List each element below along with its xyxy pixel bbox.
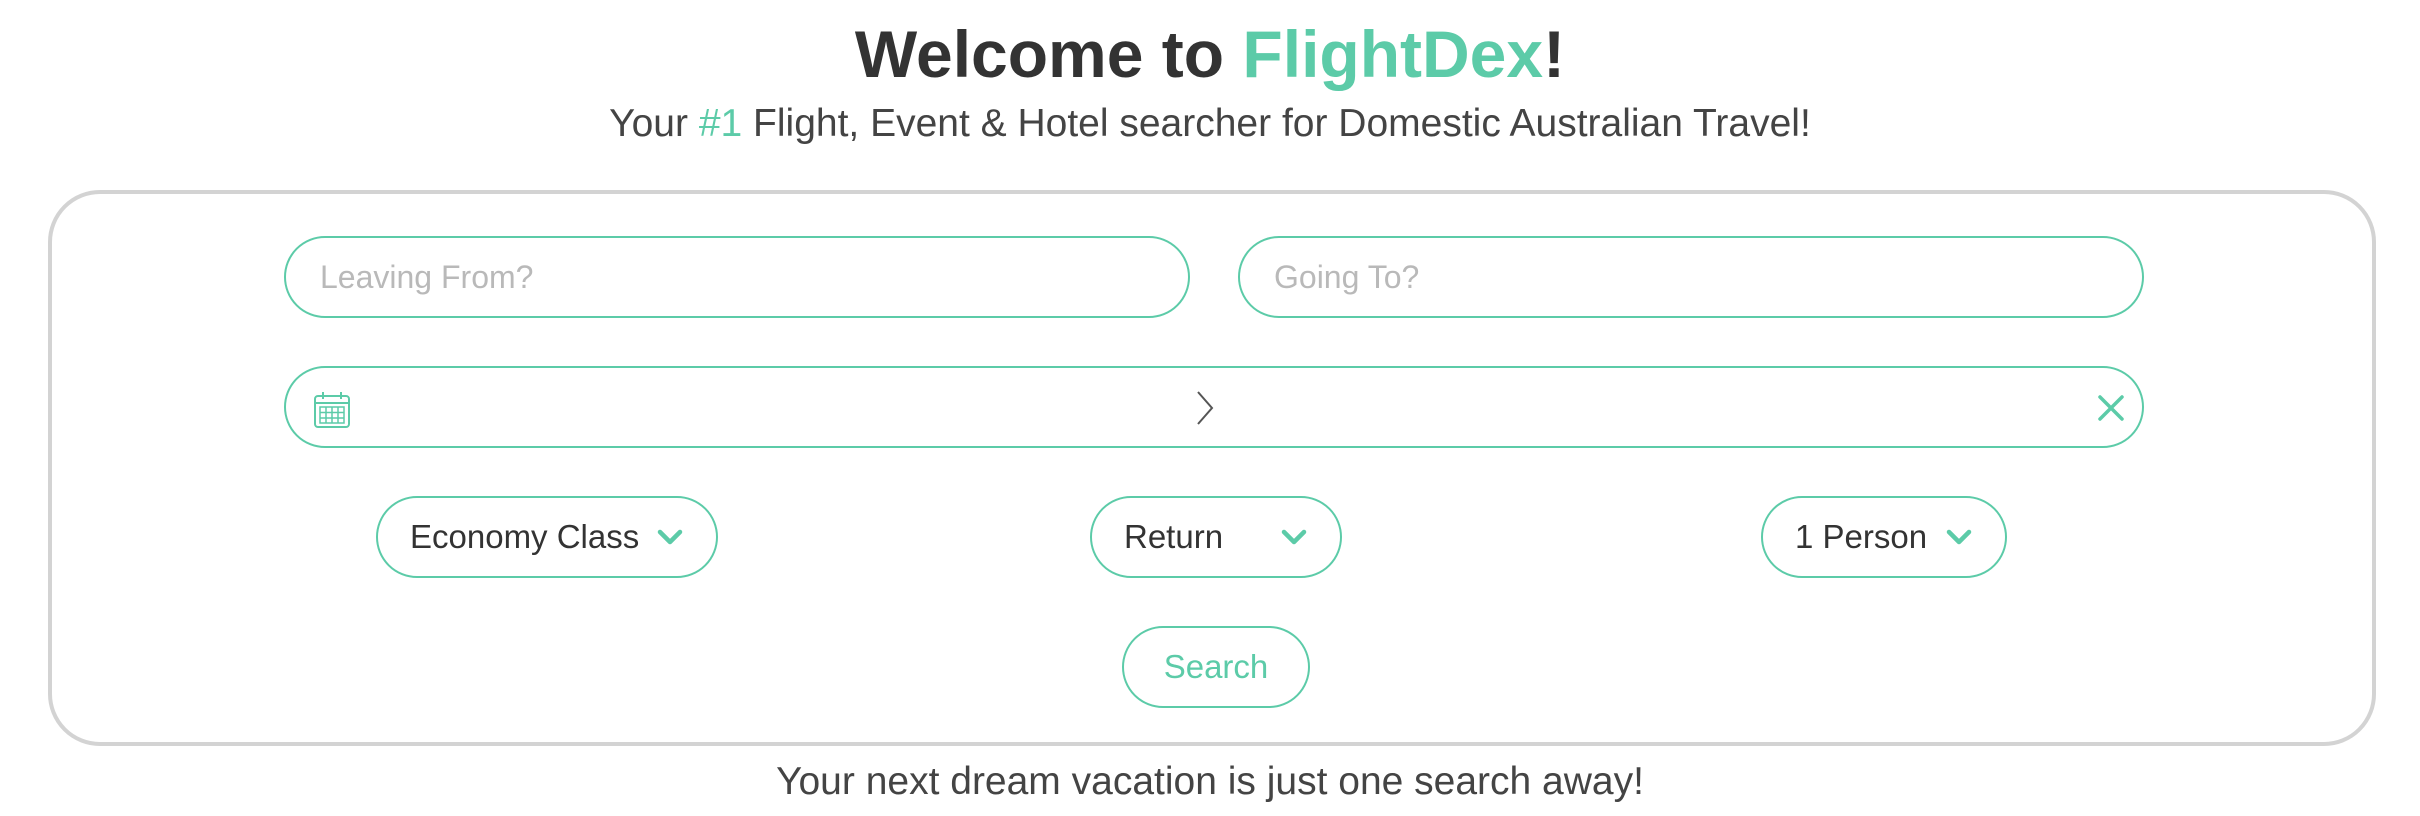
going-to-input[interactable]: [1240, 238, 2142, 316]
leaving-from-field: [284, 236, 1190, 318]
search-button[interactable]: Search: [1122, 626, 1310, 708]
subtitle-prefix: Your: [609, 102, 699, 145]
page-title: Welcome to FlightDex!: [0, 14, 2420, 94]
subtitle-rest: Flight, Event & Hotel searcher for Domes…: [742, 102, 1811, 145]
page-subtitle: Your #1 Flight, Event & Hotel searcher f…: [0, 98, 2420, 150]
chevron-down-icon: [657, 529, 683, 545]
chevron-right-icon: [1197, 391, 1214, 425]
passengers-select[interactable]: 1 Person: [1761, 496, 2007, 578]
date-range-picker[interactable]: [284, 366, 2144, 448]
close-icon[interactable]: [2096, 393, 2126, 423]
class-select[interactable]: Economy Class: [376, 496, 718, 578]
search-card: Economy Class Return 1 Person Search: [48, 190, 2376, 746]
title-prefix: Welcome to: [854, 17, 1243, 91]
leaving-from-input[interactable]: [286, 238, 1188, 316]
page: Welcome to FlightDex! Your #1 Flight, Ev…: [0, 0, 2420, 816]
class-select-value: Economy Class: [410, 518, 640, 555]
subtitle-rank: #1: [698, 102, 743, 145]
tagline: Your next dream vacation is just one sea…: [776, 760, 1644, 803]
trip-type-select[interactable]: Return: [1090, 496, 1342, 578]
going-to-field: [1238, 236, 2144, 318]
calendar-icon[interactable]: [312, 390, 352, 430]
title-suffix: !: [1543, 17, 1566, 91]
passengers-select-value: 1 Person: [1795, 518, 1928, 555]
chevron-down-icon: [1946, 529, 1972, 545]
brand-name: FlightDex: [1242, 17, 1544, 91]
chevron-down-icon: [1281, 529, 1307, 545]
trip-type-select-value: Return: [1124, 518, 1224, 555]
